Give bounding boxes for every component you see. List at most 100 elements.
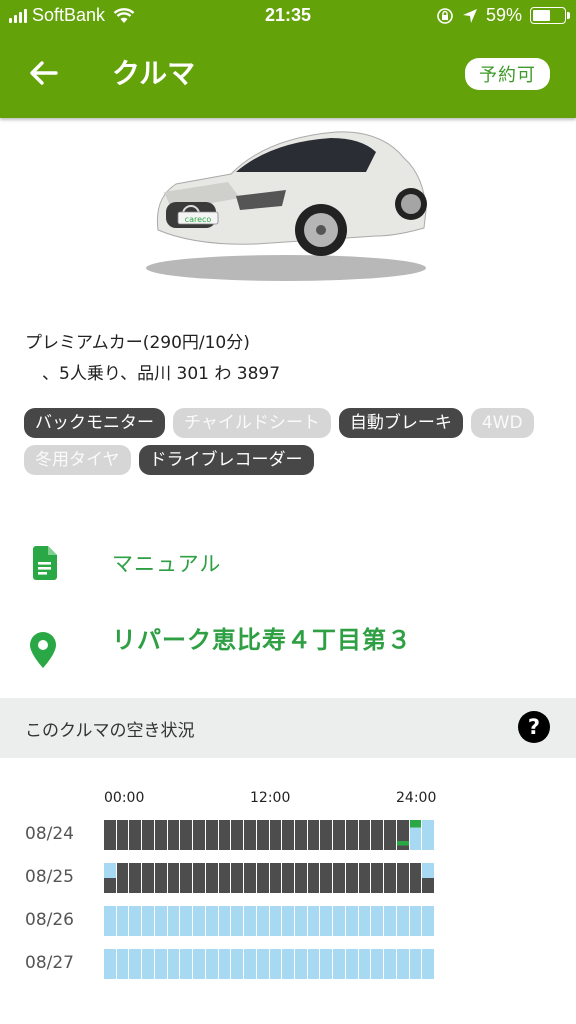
schedule-cell[interactable] <box>371 863 384 893</box>
schedule-cell[interactable] <box>409 820 422 850</box>
schedule-cell[interactable] <box>422 906 435 936</box>
schedule-cell[interactable] <box>142 906 154 936</box>
schedule-cell[interactable] <box>358 820 371 850</box>
schedule-cell[interactable] <box>116 820 129 850</box>
schedule-cell[interactable] <box>384 906 396 936</box>
schedule-cell[interactable] <box>167 906 180 936</box>
schedule-cell[interactable] <box>282 949 295 979</box>
help-icon[interactable]: ? <box>518 711 550 743</box>
schedule-cell[interactable] <box>320 906 333 936</box>
schedule-cell[interactable] <box>358 906 371 936</box>
schedule-cell[interactable] <box>129 949 142 979</box>
schedule-cell[interactable] <box>371 906 384 936</box>
schedule-cell[interactable] <box>244 820 256 850</box>
schedule-cell[interactable] <box>269 820 282 850</box>
schedule-cell[interactable] <box>218 863 231 893</box>
schedule-cell[interactable] <box>422 820 435 850</box>
schedule-cell[interactable] <box>142 820 154 850</box>
schedule-cell[interactable] <box>269 863 282 893</box>
schedule-cell[interactable] <box>333 949 345 979</box>
schedule-cell[interactable] <box>409 906 422 936</box>
schedule-cell[interactable] <box>256 906 269 936</box>
schedule-cell[interactable] <box>218 949 231 979</box>
schedule-cell[interactable] <box>180 820 193 850</box>
schedule-cell[interactable] <box>218 820 231 850</box>
schedule-cell[interactable] <box>320 820 333 850</box>
schedule-cell[interactable] <box>422 863 435 893</box>
schedule-cell[interactable] <box>116 949 129 979</box>
schedule-cell[interactable] <box>371 949 384 979</box>
schedule-cell[interactable] <box>244 863 256 893</box>
schedule-cell[interactable] <box>333 863 345 893</box>
schedule-cell[interactable] <box>231 949 244 979</box>
schedule-cell[interactable] <box>193 863 205 893</box>
schedule-cell[interactable] <box>180 863 193 893</box>
schedule-cell[interactable] <box>129 906 142 936</box>
schedule-cell[interactable] <box>154 863 167 893</box>
schedule-cell[interactable] <box>167 949 180 979</box>
schedule-cell[interactable] <box>409 863 422 893</box>
schedule-cell[interactable] <box>154 820 167 850</box>
schedule-cell[interactable] <box>345 906 358 936</box>
schedule-cell[interactable] <box>307 906 320 936</box>
schedule-cell[interactable] <box>104 863 116 893</box>
schedule-cell[interactable] <box>384 820 396 850</box>
schedule-cell[interactable] <box>154 906 167 936</box>
schedule-cell[interactable] <box>129 863 142 893</box>
schedule-cell[interactable] <box>396 949 409 979</box>
back-arrow-icon[interactable] <box>26 56 60 90</box>
schedule-cell[interactable] <box>422 949 435 979</box>
schedule-cell[interactable] <box>396 906 409 936</box>
schedule-cell[interactable] <box>269 949 282 979</box>
schedule-cell[interactable] <box>218 906 231 936</box>
schedule-cell[interactable] <box>154 949 167 979</box>
schedule-cell[interactable] <box>231 820 244 850</box>
schedule-cell[interactable] <box>396 820 409 850</box>
schedule-cell[interactable] <box>282 863 295 893</box>
schedule-cell[interactable] <box>256 949 269 979</box>
schedule-cell[interactable] <box>345 820 358 850</box>
schedule-cell[interactable] <box>256 820 269 850</box>
schedule-cell[interactable] <box>205 863 218 893</box>
schedule-cell[interactable] <box>295 863 307 893</box>
schedule-cell[interactable] <box>307 820 320 850</box>
schedule-cell[interactable] <box>269 906 282 936</box>
schedule-cell[interactable] <box>193 949 205 979</box>
schedule-cell[interactable] <box>104 820 116 850</box>
schedule-cell[interactable] <box>116 863 129 893</box>
schedule-cell[interactable] <box>307 949 320 979</box>
schedule-cell[interactable] <box>167 863 180 893</box>
schedule-cell[interactable] <box>409 949 422 979</box>
manual-label[interactable]: マニュアル <box>112 548 221 578</box>
schedule-cell[interactable] <box>104 906 116 936</box>
schedule-cell[interactable] <box>345 863 358 893</box>
schedule-cell[interactable] <box>104 949 116 979</box>
schedule-cell[interactable] <box>142 949 154 979</box>
schedule-cell[interactable] <box>231 906 244 936</box>
schedule-cell[interactable] <box>205 949 218 979</box>
schedule-cell[interactable] <box>320 949 333 979</box>
schedule-cell[interactable] <box>205 820 218 850</box>
schedule-cell[interactable] <box>282 820 295 850</box>
schedule-cell[interactable] <box>396 863 409 893</box>
schedule-cell[interactable] <box>371 820 384 850</box>
schedule-cell[interactable] <box>116 906 129 936</box>
schedule-cell[interactable] <box>244 949 256 979</box>
schedule-cell[interactable] <box>142 863 154 893</box>
schedule-cell[interactable] <box>295 906 307 936</box>
schedule-cell[interactable] <box>333 906 345 936</box>
schedule-cell[interactable] <box>320 863 333 893</box>
schedule-cell[interactable] <box>205 906 218 936</box>
schedule-cell[interactable] <box>282 906 295 936</box>
schedule-cell[interactable] <box>167 820 180 850</box>
schedule-cell[interactable] <box>333 820 345 850</box>
schedule-cell[interactable] <box>384 863 396 893</box>
schedule-cell[interactable] <box>345 949 358 979</box>
schedule-cell[interactable] <box>193 820 205 850</box>
schedule-cell[interactable] <box>295 820 307 850</box>
schedule-cell[interactable] <box>129 820 142 850</box>
schedule-cell[interactable] <box>256 863 269 893</box>
schedule-cell[interactable] <box>295 949 307 979</box>
schedule-cell[interactable] <box>193 906 205 936</box>
schedule-cell[interactable] <box>358 949 371 979</box>
